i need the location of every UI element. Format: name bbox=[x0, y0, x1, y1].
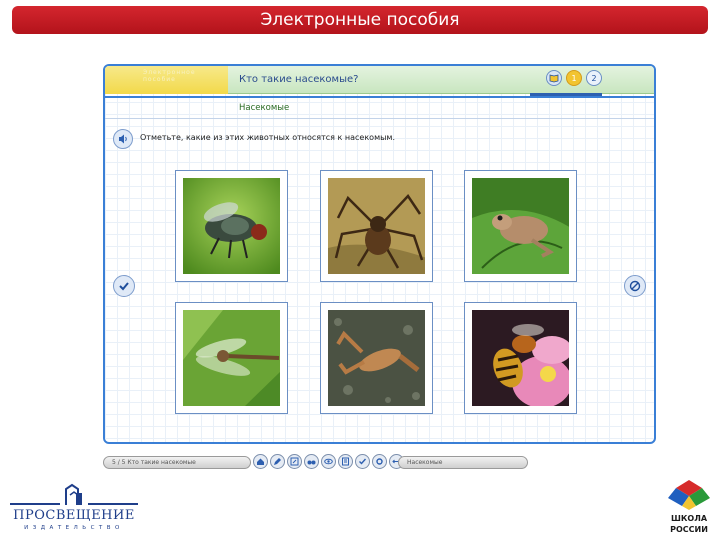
book-icon[interactable] bbox=[546, 70, 562, 86]
answer-card-dragonfly[interactable] bbox=[175, 302, 288, 414]
app-header: Электронное пособие Кто такие насекомые?… bbox=[105, 66, 654, 96]
edit-icon[interactable] bbox=[287, 454, 302, 469]
publisher-logo: ПРОСВЕЩЕНИЕ ИЗДАТЕЛЬСТВО bbox=[10, 483, 138, 535]
section-divider bbox=[105, 118, 654, 119]
frog-photo bbox=[472, 178, 569, 274]
brand-tab-text: Электронное пособие bbox=[143, 69, 196, 83]
school-emblem-icon bbox=[668, 480, 710, 510]
publisher-emblem-icon bbox=[10, 483, 138, 505]
eraser-icon bbox=[629, 280, 641, 292]
check-answer-button[interactable] bbox=[113, 275, 135, 297]
section-label: Насекомые bbox=[239, 103, 290, 113]
reset-button[interactable] bbox=[624, 275, 646, 297]
question-title: Кто такие насекомые? bbox=[239, 74, 359, 85]
status-bar-left: 5 / 5 Кто такие насекомые bbox=[103, 456, 251, 469]
crayfish-photo bbox=[328, 310, 425, 406]
step-navigation: 1 2 bbox=[546, 70, 602, 86]
spider-photo bbox=[328, 178, 425, 274]
checkmark-icon bbox=[119, 282, 129, 291]
speaker-icon[interactable] bbox=[113, 129, 133, 149]
dragonfly-photo bbox=[183, 310, 280, 406]
app-window: Электронное пособие Кто такие насекомые?… bbox=[103, 64, 656, 444]
instruction-text: Отметьте, какие из этих животных относят… bbox=[140, 133, 395, 142]
status-bar-right: Насекомые bbox=[398, 456, 528, 469]
check-icon[interactable] bbox=[355, 454, 370, 469]
step-2-button[interactable]: 2 bbox=[586, 70, 602, 86]
fly-photo bbox=[183, 178, 280, 274]
pencil-icon[interactable] bbox=[270, 454, 285, 469]
school-logo-line2: РОССИИ bbox=[670, 525, 708, 534]
notes-icon[interactable] bbox=[338, 454, 353, 469]
answer-card-crayfish[interactable] bbox=[320, 302, 433, 414]
school-logo-line1: ШКОЛА bbox=[670, 514, 708, 523]
answer-card-spider[interactable] bbox=[320, 170, 433, 282]
answer-card-wasp[interactable] bbox=[464, 302, 577, 414]
binoculars-icon[interactable] bbox=[304, 454, 319, 469]
publisher-subtitle: ИЗДАТЕЛЬСТВО bbox=[24, 525, 124, 531]
publisher-name: ПРОСВЕЩЕНИЕ bbox=[13, 508, 135, 523]
toolbar bbox=[253, 454, 404, 469]
wasp-photo bbox=[472, 310, 569, 406]
home-icon[interactable] bbox=[253, 454, 268, 469]
eye-icon[interactable] bbox=[321, 454, 336, 469]
step-1-button[interactable]: 1 bbox=[566, 70, 582, 86]
settings-icon[interactable] bbox=[372, 454, 387, 469]
school-logo: ШКОЛА РОССИИ bbox=[662, 478, 716, 538]
answer-card-frog[interactable] bbox=[464, 170, 577, 282]
answer-card-fly[interactable] bbox=[175, 170, 288, 282]
header-divider bbox=[105, 96, 654, 98]
slide-title: Электронные пособия bbox=[12, 6, 708, 34]
brand-tab: Электронное пособие bbox=[105, 66, 228, 94]
